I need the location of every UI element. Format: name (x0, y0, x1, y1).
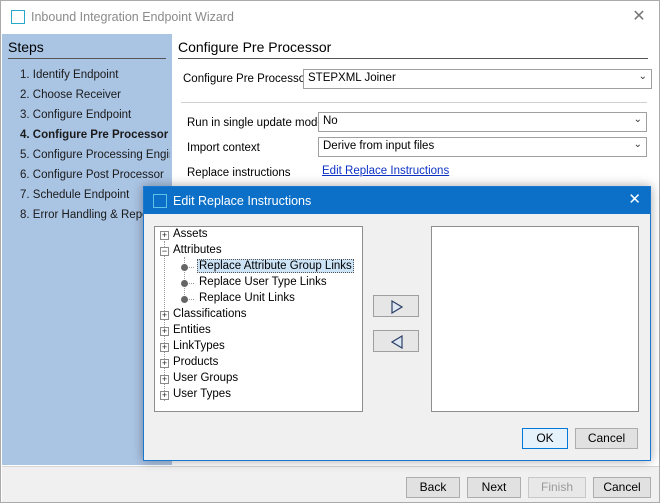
single-update-select[interactable]: No ⌄ (318, 112, 647, 132)
edit-replace-instructions-dialog: Edit Replace Instructions ✕ + Assets − A… (143, 186, 651, 461)
step-item[interactable]: 5. Configure Processing Engine (20, 149, 170, 161)
leaf-bullet-icon (181, 296, 188, 303)
dialog-app-icon (153, 194, 167, 208)
ok-button[interactable]: OK (522, 428, 568, 449)
steps-title: Steps (8, 39, 44, 55)
single-update-label: Run in single update mode (187, 117, 324, 129)
close-icon[interactable]: ✕ (629, 7, 649, 27)
plus-box-icon[interactable]: + (160, 375, 169, 384)
tree-node-linktypes[interactable]: LinkTypes (173, 340, 225, 352)
pre-processor-value: STEPXML Joiner (308, 72, 396, 84)
app-icon (11, 10, 25, 24)
finish-button[interactable]: Finish (528, 477, 586, 498)
chevron-down-icon: ⌄ (633, 114, 642, 125)
tree-leaf-replace-user-type-links[interactable]: Replace User Type Links (199, 276, 327, 288)
plus-box-icon[interactable]: + (160, 231, 169, 240)
tree-node-user-groups[interactable]: User Groups (173, 372, 238, 384)
tree-node-assets[interactable]: Assets (173, 228, 208, 240)
tree-connector (184, 257, 185, 297)
step-item[interactable]: 2. Choose Receiver (20, 89, 170, 101)
leaf-bullet-icon (181, 280, 188, 287)
edit-replace-instructions-link[interactable]: Edit Replace Instructions (322, 165, 449, 177)
chevron-down-icon: ⌄ (633, 139, 642, 150)
tree-leaf-replace-attribute-group-links[interactable]: Replace Attribute Group Links (197, 259, 354, 273)
leaf-bullet-icon (181, 264, 188, 271)
tree-node-user-types[interactable]: User Types (173, 388, 231, 400)
window-title: Inbound Integration Endpoint Wizard (31, 10, 234, 24)
plus-box-icon[interactable]: + (160, 391, 169, 400)
dialog-title: Edit Replace Instructions (173, 194, 312, 208)
next-button[interactable]: Next (467, 477, 521, 498)
import-context-select[interactable]: Derive from input files ⌄ (318, 137, 647, 157)
dialog-titlebar: Edit Replace Instructions ✕ (144, 187, 650, 214)
plus-box-icon[interactable]: + (160, 343, 169, 352)
arrow-right-icon (391, 300, 403, 314)
step-item[interactable]: 6. Configure Post Processor (20, 169, 170, 181)
plus-box-icon[interactable]: + (160, 359, 169, 368)
move-right-button[interactable] (373, 295, 419, 317)
tree-node-classifications[interactable]: Classifications (173, 308, 247, 320)
pre-processor-label: Configure Pre Processor (183, 73, 309, 85)
section-divider (181, 102, 647, 103)
tree-node-attributes[interactable]: Attributes (173, 244, 222, 256)
step-item-active[interactable]: 4. Configure Pre Processor (20, 129, 170, 141)
step-item[interactable]: 3. Configure Endpoint (20, 109, 170, 121)
heading-divider (178, 58, 648, 59)
back-button[interactable]: Back (406, 477, 460, 498)
chevron-down-icon: ⌄ (638, 71, 647, 82)
cancel-button[interactable]: Cancel (593, 477, 651, 498)
plus-box-icon[interactable]: + (160, 311, 169, 320)
tree-node-products[interactable]: Products (173, 356, 218, 368)
page-title: Configure Pre Processor (178, 39, 332, 55)
import-context-label: Import context (187, 142, 260, 154)
plus-box-icon[interactable]: + (160, 327, 169, 336)
wizard-button-bar: Back Next Finish Cancel (2, 466, 659, 502)
dialog-cancel-button[interactable]: Cancel (575, 428, 638, 449)
single-update-value: No (323, 115, 338, 127)
tree-leaf-replace-unit-links[interactable]: Replace Unit Links (199, 292, 295, 304)
close-icon[interactable]: ✕ (628, 191, 641, 209)
move-left-button[interactable] (373, 330, 419, 352)
replace-instructions-label: Replace instructions (187, 167, 291, 179)
steps-divider (8, 58, 166, 59)
import-context-value: Derive from input files (323, 140, 435, 152)
wizard-titlebar: Inbound Integration Endpoint Wizard ✕ (1, 1, 659, 33)
arrow-left-icon (391, 335, 403, 349)
instructions-tree[interactable]: + Assets − Attributes Replace Attribute … (154, 226, 363, 412)
selected-instructions-list[interactable] (431, 226, 639, 412)
step-item[interactable]: 1. Identify Endpoint (20, 69, 170, 81)
minus-box-icon[interactable]: − (160, 247, 169, 256)
pre-processor-select[interactable]: STEPXML Joiner ⌄ (303, 69, 652, 89)
tree-node-entities[interactable]: Entities (173, 324, 211, 336)
